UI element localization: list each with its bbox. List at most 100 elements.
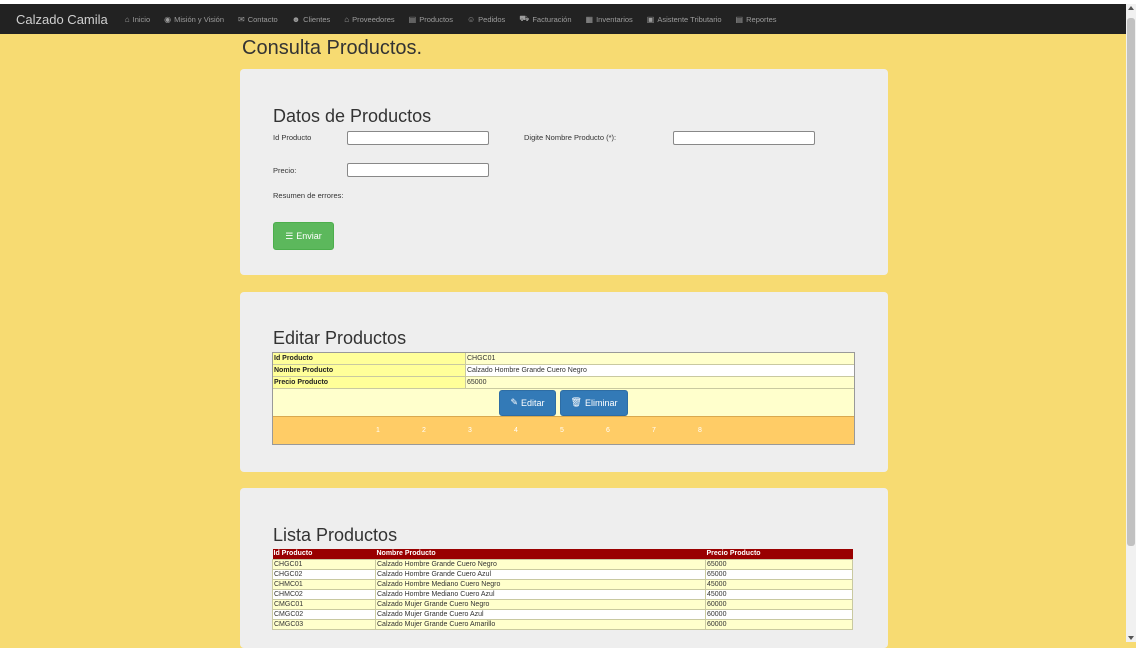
edit-button[interactable]: ✎ Editar bbox=[499, 389, 556, 416]
nav-item-label: Asistente Tributario bbox=[657, 14, 722, 24]
scroll-down-arrow-icon[interactable] bbox=[1128, 636, 1134, 640]
page-link[interactable]: 1 bbox=[376, 427, 422, 434]
detail-value: 65000 bbox=[467, 379, 487, 386]
edit-product-panel: Editar Productos Id Producto CHGC01 Nombre… bbox=[240, 292, 888, 472]
product-table: Id Producto Nombre Producto Precio Produ… bbox=[272, 549, 853, 630]
envelope-icon: ✉ bbox=[238, 14, 245, 24]
nav-item-label: Misión y Visión bbox=[174, 14, 224, 24]
table-row[interactable]: CHGC02 Calzado Hombre Grande Cuero Azul 65… bbox=[272, 569, 853, 580]
detail-actions: ✎ Editar 🗑 Eliminar bbox=[273, 389, 854, 416]
cart-icon: ⛟ bbox=[519, 14, 530, 23]
table-body: CHGC01 Calzado Hombre Grande Cuero Negro 6… bbox=[272, 559, 853, 630]
nav-item-inicio[interactable]: ⌂ Inicio bbox=[125, 15, 150, 24]
nav-item-contacto[interactable]: ✉ Contacto bbox=[238, 15, 278, 24]
form-title: Datos de Productos bbox=[273, 106, 432, 126]
cell-id: CHGC01 bbox=[272, 559, 376, 570]
delete-button[interactable]: 🗑 Eliminar bbox=[560, 389, 628, 416]
cell-id: CMGC02 bbox=[272, 609, 376, 620]
send-button-label: Enviar bbox=[296, 231, 322, 241]
table-row[interactable]: CHGC01 Calzado Hombre Grande Cuero Negro 6… bbox=[272, 559, 853, 570]
table-row[interactable]: CMGC01 Calzado Mujer Grande Cuero Negro 60… bbox=[272, 599, 853, 610]
table-icon: ▦ bbox=[585, 14, 594, 24]
cell-price: 60000 bbox=[705, 609, 853, 620]
nav-item-label: Pedidos bbox=[478, 14, 506, 24]
cell-price: 65000 bbox=[705, 559, 853, 570]
table-header-row: Id Producto Nombre Producto Precio Produ… bbox=[272, 549, 853, 560]
database-icon: ☰ bbox=[285, 230, 294, 241]
nav-item-label: Proveedores bbox=[352, 14, 395, 24]
trash-icon: 🗑 bbox=[570, 397, 582, 407]
page-link[interactable]: 7 bbox=[652, 427, 698, 434]
scrollbar-thumb[interactable] bbox=[1127, 18, 1135, 546]
nav-item-label: Inicio bbox=[132, 14, 151, 24]
table-row[interactable]: CHMC02 Calzado Hombre Mediano Cuero Azul 4… bbox=[272, 589, 853, 600]
document-icon: ▤ bbox=[735, 14, 744, 24]
nav-item-proveedores[interactable]: ⌂ Proveedores bbox=[344, 15, 394, 24]
id-product-label: Id Producto bbox=[273, 133, 312, 142]
detail-value: Calzado Hombre Grande Cuero Negro bbox=[466, 365, 854, 376]
detail-value: CHGC01 bbox=[467, 355, 496, 362]
cell-id: CHGC02 bbox=[272, 569, 376, 580]
brand-link[interactable]: Calzado Camila bbox=[16, 12, 108, 27]
page-link[interactable]: 2 bbox=[422, 427, 468, 434]
nav-item-productos[interactable]: ▤ Productos bbox=[409, 15, 453, 24]
product-name-input[interactable] bbox=[673, 131, 815, 145]
product-detail-view: Id Producto CHGC01 Nombre Producto Calzado … bbox=[272, 352, 855, 445]
institution-icon: ⌂ bbox=[344, 14, 350, 24]
nav-item-misi-n-y-visi-n[interactable]: ◉ Misión y Visión bbox=[164, 15, 224, 24]
nav-item-reportes[interactable]: ▤ Reportes bbox=[736, 15, 777, 24]
table-row[interactable]: CMGC02 Calzado Mujer Grande Cuero Azul 600… bbox=[272, 609, 853, 620]
send-button[interactable]: ☰ Enviar bbox=[273, 222, 334, 250]
cell-price: 60000 bbox=[705, 599, 853, 610]
detail-label: Nombre Producto bbox=[273, 365, 466, 376]
edit-button-label: Editar bbox=[521, 397, 545, 408]
table-row[interactable]: CHMC01 Calzado Hombre Mediano Cuero Negro… bbox=[272, 579, 853, 590]
file-icon: ▤ bbox=[408, 14, 417, 24]
column-header-price: Precio Producto bbox=[705, 549, 853, 560]
price-label: Precio: bbox=[273, 166, 297, 175]
eye-icon: ◉ bbox=[164, 14, 172, 24]
nav-item-pedidos[interactable]: ☺ Pedidos bbox=[467, 15, 505, 24]
page-link[interactable]: 6 bbox=[606, 427, 652, 434]
cell-name: Calzado Hombre Mediano Cuero Negro bbox=[375, 579, 706, 590]
users-icon: ☻ bbox=[291, 14, 301, 24]
cell-price: 60000 bbox=[705, 619, 853, 630]
nav-item-facturaci-n[interactable]: ⛟ Facturación bbox=[519, 14, 571, 24]
list-title: Lista Productos bbox=[273, 525, 398, 545]
price-input[interactable] bbox=[347, 163, 489, 177]
cell-id: CHMC02 bbox=[272, 589, 376, 600]
page-link[interactable]: 4 bbox=[514, 427, 560, 434]
cell-name: Calzado Mujer Grande Cuero Negro bbox=[375, 599, 706, 610]
cell-name: Calzado Hombre Grande Cuero Azul bbox=[375, 569, 706, 580]
product-form-panel: Datos de Productos Id Producto Digite No… bbox=[240, 69, 888, 275]
nav-item-asistente-tributario[interactable]: ▣ Asistente Tributario bbox=[647, 15, 722, 24]
page-link[interactable]: 3 bbox=[468, 427, 514, 434]
table-row[interactable]: CMGC03 Calzado Mujer Grande Cuero Amarill… bbox=[272, 619, 853, 630]
home-icon: ⌂ bbox=[124, 14, 130, 24]
delete-button-label: Eliminar bbox=[584, 397, 618, 408]
page-link[interactable]: 5 bbox=[560, 427, 606, 434]
cell-name: Calzado Hombre Mediano Cuero Azul bbox=[375, 589, 706, 600]
cell-name: Calzado Hombre Grande Cuero Negro bbox=[375, 559, 706, 570]
errors-summary-label: Resumen de errores: bbox=[273, 191, 344, 200]
id-product-input[interactable] bbox=[347, 131, 489, 145]
cell-price: 45000 bbox=[705, 589, 853, 600]
detail-row: Precio Producto 65000 bbox=[273, 377, 854, 389]
scroll-up-arrow-icon[interactable] bbox=[1128, 6, 1134, 10]
nav-item-label: Reportes bbox=[746, 14, 777, 24]
page-title: Consulta Productos. bbox=[242, 37, 423, 59]
nav-item-inventarios[interactable]: ▦ Inventarios bbox=[586, 15, 633, 24]
cell-price: 65000 bbox=[705, 569, 853, 580]
cell-id: CHMC01 bbox=[272, 579, 376, 590]
cell-id: CMGC01 bbox=[272, 599, 376, 610]
page-link[interactable]: 8 bbox=[698, 427, 744, 434]
nav-item-label: Facturación bbox=[532, 14, 572, 24]
product-list-panel: Lista Productos Id Producto Nombre Produ… bbox=[240, 488, 888, 648]
detail-label: Precio Producto bbox=[273, 377, 466, 388]
vertical-scrollbar[interactable] bbox=[1126, 4, 1136, 642]
cell-name: Calzado Mujer Grande Cuero Amarillo bbox=[375, 619, 706, 630]
nav-item-clientes[interactable]: ☻ Clientes bbox=[292, 15, 331, 24]
cell-name: Calzado Mujer Grande Cuero Azul bbox=[375, 609, 706, 620]
people-icon: ☺ bbox=[466, 14, 476, 24]
column-header-name: Nombre Producto bbox=[375, 549, 706, 560]
